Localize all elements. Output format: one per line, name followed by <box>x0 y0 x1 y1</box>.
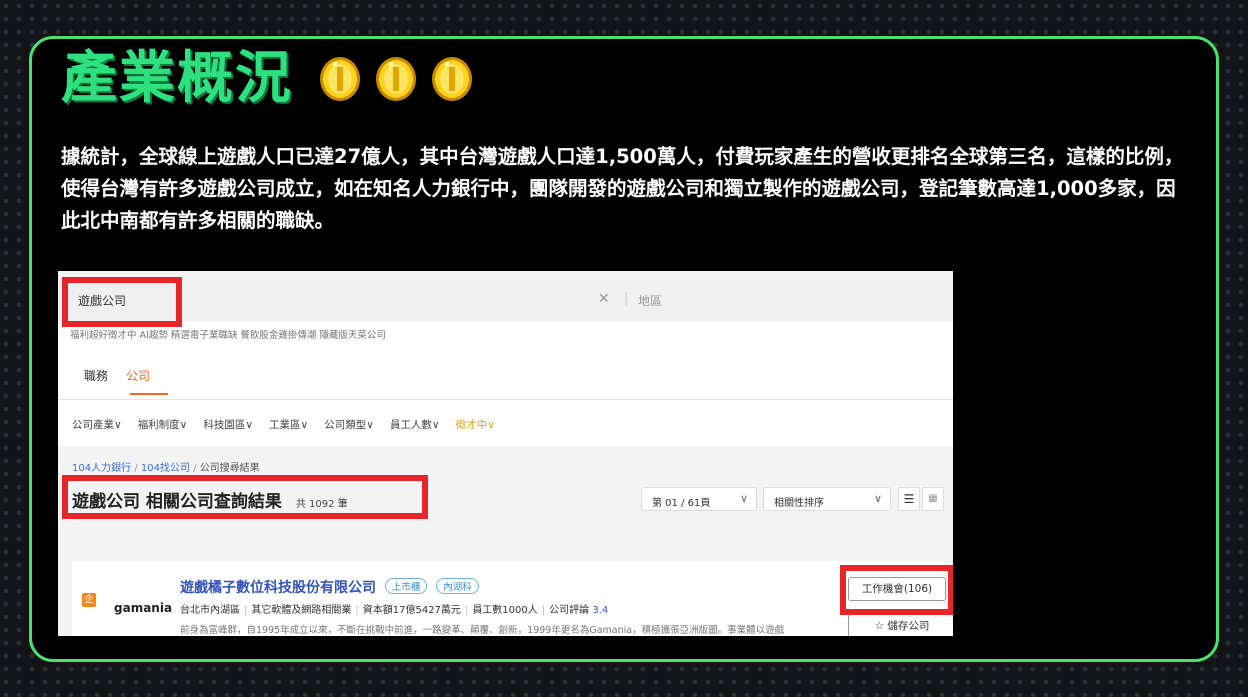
company-location: 台北市內湖區 <box>180 605 240 616</box>
chevron-down-icon: ∨ <box>739 492 748 505</box>
filter-hiring[interactable]: 徵才中∨ <box>456 417 495 432</box>
filter-tech-park[interactable]: 科技園區∨ <box>203 417 253 432</box>
tab-companies[interactable]: 公司 <box>126 367 150 384</box>
save-company-button[interactable]: ☆ 儲存公司 <box>848 613 953 636</box>
company-capital: 資本額17億5427萬元 <box>362 605 461 616</box>
search-bar[interactable]: 遊戲公司 ✕ | 地區 <box>58 281 953 321</box>
hot-keywords[interactable]: 福利超好徵才中 AI趨勢 精選電子業職缺 餐飲股金雞掛傳潮 隱藏版天菜公司 <box>70 327 386 341</box>
star-outline-icon: ☆ <box>874 620 885 632</box>
filter-bar: 公司產業∨ 福利制度∨ 科技園區∨ 工業區∨ 公司類型∨ 員工人數∨ 徵才中∨ <box>72 417 511 432</box>
chevron-down-icon: ∨ <box>873 492 882 505</box>
breadcrumb-section[interactable]: 104找公司 <box>141 463 190 474</box>
search-tabs: 職務 公司 <box>84 367 150 384</box>
breadcrumb-current: 公司搜尋結果 <box>199 463 260 474</box>
filter-industrial-zone[interactable]: 工業區∨ <box>269 417 308 432</box>
tag-listed: 上市櫃 <box>384 578 428 594</box>
list-view-icon[interactable]: ☰ <box>898 487 920 511</box>
company-logo[interactable]: gamania <box>114 601 172 615</box>
slide-title: 產業概況 <box>61 46 293 111</box>
rating-label: 公司評論 <box>549 605 590 616</box>
filter-industry[interactable]: 公司產業∨ <box>72 417 122 432</box>
breadcrumb-home[interactable]: 104人力銀行 <box>72 463 131 474</box>
divider <box>58 399 953 400</box>
content-panel: 產業概況 據統計，全球線上遊戲人口已達27億人，其中台灣遊戲人口達1,500萬人… <box>29 36 1219 662</box>
slide-description: 據統計，全球線上遊戲人口已達27億人，其中台灣遊戲人口達1,500萬人，付費玩家… <box>61 145 1184 232</box>
highlight-search <box>62 277 182 327</box>
company-description: 前身為富峰群，自1995年成立以來，不斷在挑戰中前進，一路變革、顛覆、創新，19… <box>180 625 785 636</box>
enterprise-badge: 企 <box>82 593 96 607</box>
gold-coin-icon <box>319 56 361 102</box>
gold-coin-icon <box>431 56 473 102</box>
company-employees: 員工數1000人 <box>472 605 538 616</box>
highlight-result-title <box>62 475 428 519</box>
gold-coin-icon <box>375 56 417 102</box>
filter-employee-count[interactable]: 員工人數∨ <box>390 417 440 432</box>
company-card: 企 gamania 遊戲橘子數位科技股份有限公司 上市櫃 內湖科 台北市內湖區 |… <box>72 561 943 636</box>
tag-neihu-park: 內湖科 <box>436 578 479 594</box>
title-row: 產業概況 <box>61 51 473 107</box>
filter-company-type[interactable]: 公司類型∨ <box>324 417 374 432</box>
clear-icon[interactable]: ✕ <box>598 291 610 307</box>
company-industry: 其它軟體及網路相關業 <box>251 605 352 616</box>
grid-view-icon[interactable]: ▦ <box>922 487 944 511</box>
page-select[interactable]: 第 01 / 61頁 ∨ <box>641 487 757 511</box>
job-site-screenshot: 遊戲公司 ✕ | 地區 福利超好徵才中 AI趨勢 精選電子業職缺 餐飲股金雞掛傳… <box>58 271 953 636</box>
company-rating[interactable]: 3.4 <box>592 605 608 616</box>
area-input[interactable]: 地區 <box>638 292 662 309</box>
filter-benefits[interactable]: 福利制度∨ <box>138 417 188 432</box>
highlight-jobs-button <box>840 565 953 615</box>
company-name[interactable]: 遊戲橘子數位科技股份有限公司 上市櫃 內湖科 <box>180 577 479 597</box>
tab-jobs[interactable]: 職務 <box>84 367 108 384</box>
coin-group <box>319 56 473 102</box>
search-separator: | <box>624 291 629 306</box>
breadcrumb: 104人力銀行 / 104找公司 / 公司搜尋結果 <box>72 463 260 474</box>
sort-select[interactable]: 相關性排序 ∨ <box>763 487 891 511</box>
active-tab-indicator <box>130 393 168 395</box>
company-meta: 台北市內湖區 | 其它軟體及網路相關業 | 資本額17億5427萬元 | 員工數1000人 |… <box>180 605 609 616</box>
